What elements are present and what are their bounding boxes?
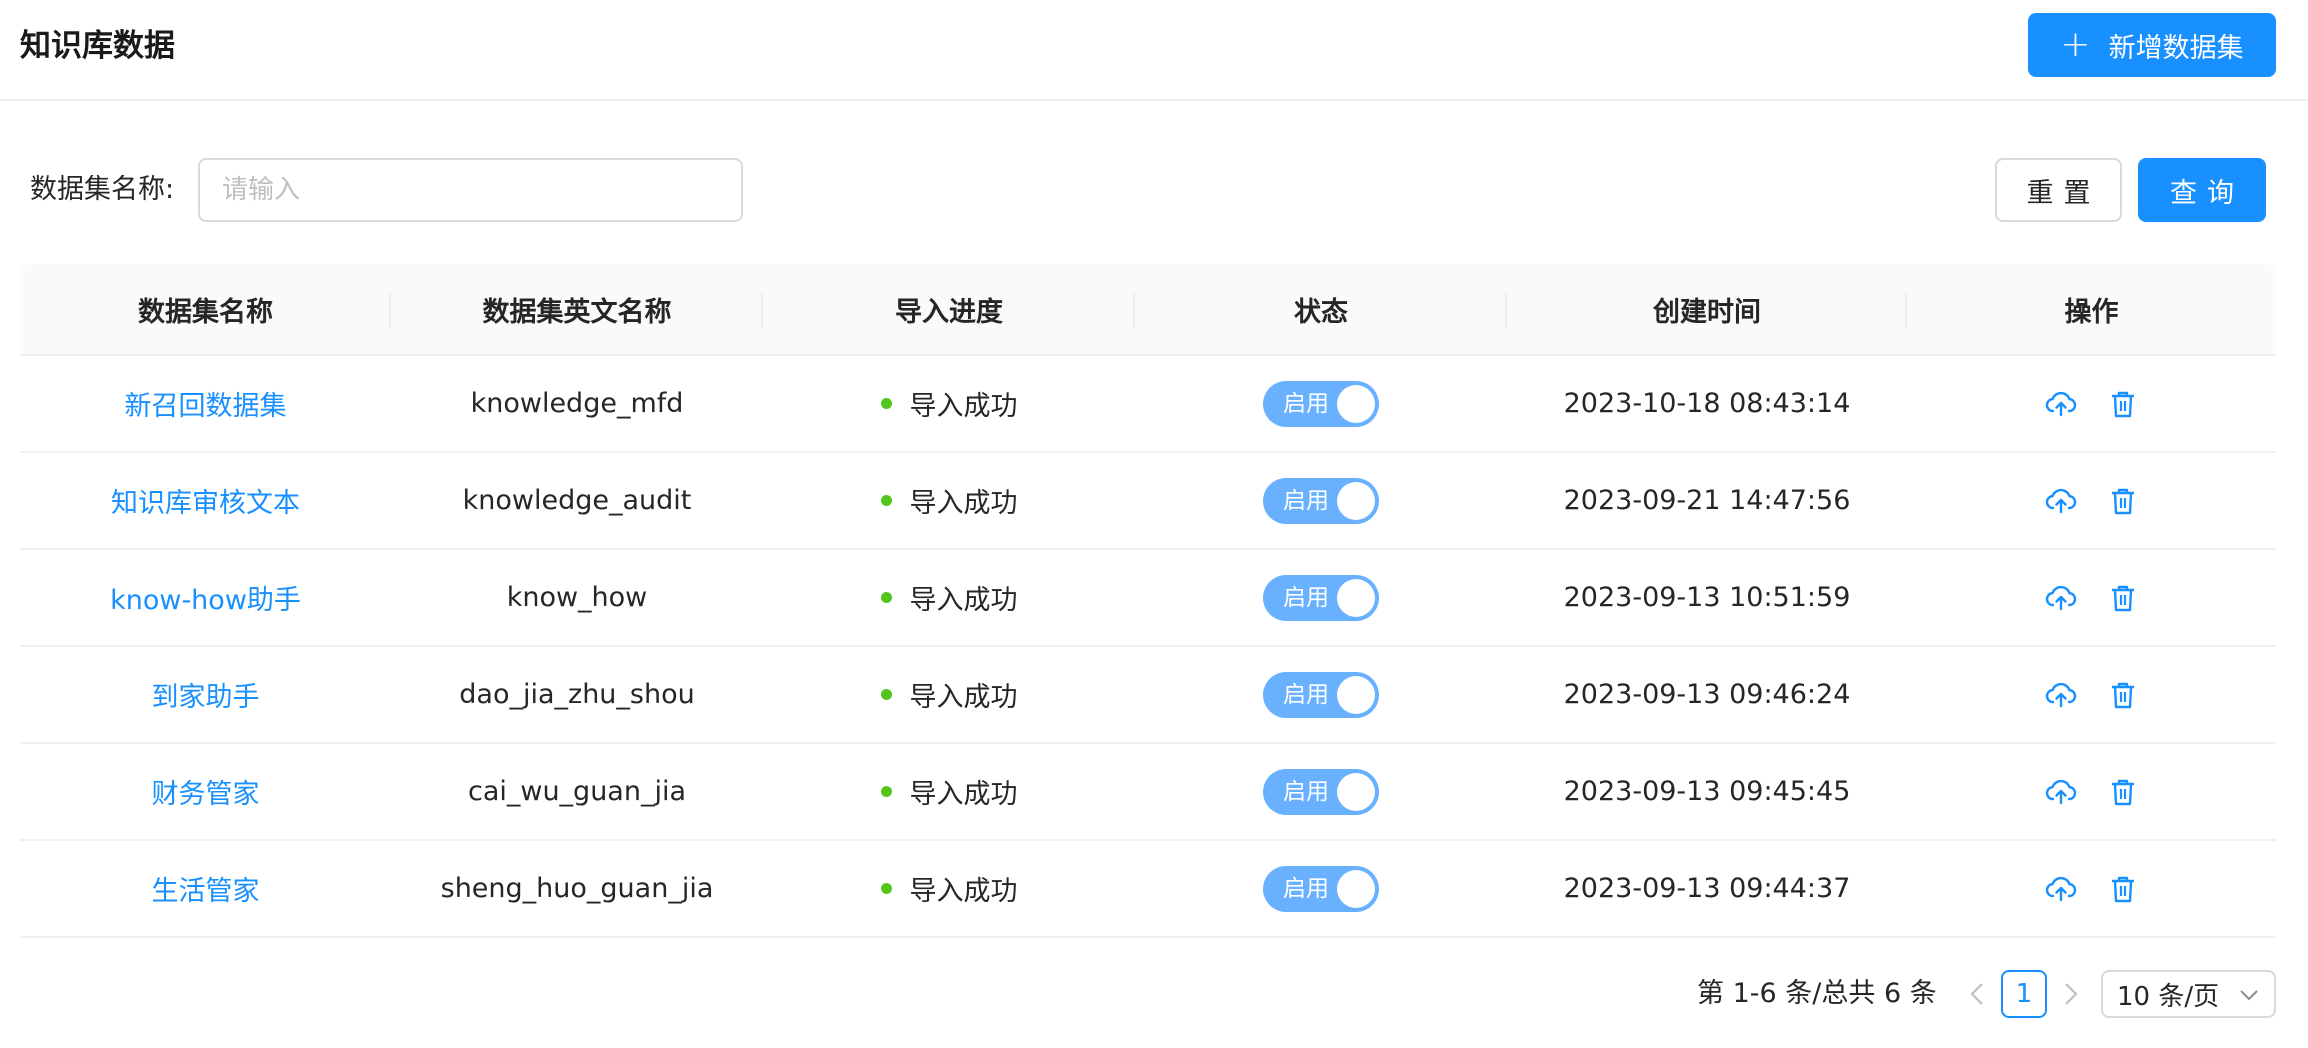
toggle-knob: [1337, 578, 1375, 617]
page-size-select[interactable]: 10 条/页: [2101, 970, 2276, 1018]
trash-icon[interactable]: [2106, 775, 2140, 809]
status-dot-icon: [880, 592, 892, 603]
created-time: 2023-09-21 14:47:56: [1563, 485, 1851, 516]
status-dot-icon: [880, 495, 892, 506]
created-time: 2023-09-13 09:46:24: [1563, 679, 1851, 710]
toggle-label: 启用: [1283, 584, 1329, 611]
table-row: 财务管家 cai_wu_guan_jia 导入成功 启用 2023-09-13 …: [20, 744, 2276, 841]
search-label: 数据集名称:: [30, 174, 175, 205]
dataset-english-name: dao_jia_zhu_shou: [459, 679, 695, 710]
toggle-label: 启用: [1283, 390, 1329, 417]
dataset-english-name: know_how: [506, 582, 648, 613]
toggle-knob: [1337, 675, 1375, 714]
trash-icon[interactable]: [2106, 581, 2140, 615]
import-progress: 导入成功: [909, 391, 1018, 422]
status-dot-icon: [880, 398, 892, 409]
table-body: 新召回数据集 knowledge_mfd 导入成功 启用 2023-10-18 …: [20, 356, 2276, 938]
add-dataset-label: 新增数据集: [2108, 32, 2244, 64]
upload-cloud-icon[interactable]: [2044, 775, 2078, 809]
import-progress: 导入成功: [909, 876, 1018, 907]
import-progress: 导入成功: [909, 682, 1018, 713]
toggle-label: 启用: [1283, 778, 1329, 805]
status-toggle[interactable]: 启用: [1263, 574, 1379, 621]
upload-cloud-icon[interactable]: [2044, 484, 2078, 518]
created-time: 2023-09-13 10:51:59: [1563, 582, 1851, 613]
column-header: 导入进度: [763, 264, 1135, 354]
chevron-right-icon: [2065, 983, 2078, 1005]
toggle-knob: [1337, 481, 1375, 520]
chevron-left-icon: [1970, 983, 1983, 1005]
pagination-next-button[interactable]: [2056, 976, 2086, 1012]
table-row: 到家助手 dao_jia_zhu_shou 导入成功 启用 2023-09-13…: [20, 647, 2276, 744]
page-size-value: 10 条/页: [2117, 981, 2220, 1012]
trash-icon[interactable]: [2106, 678, 2140, 712]
column-header: 操作: [2064, 296, 2119, 328]
upload-cloud-icon[interactable]: [2044, 678, 2078, 712]
status-toggle[interactable]: 启用: [1263, 380, 1379, 427]
trash-icon[interactable]: [2106, 872, 2140, 906]
upload-cloud-icon[interactable]: [2044, 872, 2078, 906]
column-header: 数据集英文名称: [391, 264, 763, 354]
column-header: 创建时间: [1507, 264, 1907, 354]
table-header: 数据集名称 数据集英文名称 导入进度 状态 创建时间 操作: [20, 264, 2276, 356]
table-row: 生活管家 sheng_huo_guan_jia 导入成功 启用 2023-09-…: [20, 841, 2276, 938]
table-row: 知识库审核文本 knowledge_audit 导入成功 启用 2023-09-…: [20, 453, 2276, 550]
toggle-label: 启用: [1283, 875, 1329, 902]
page-title: 知识库数据: [20, 28, 175, 64]
chevron-down-icon: [2240, 990, 2258, 1001]
upload-cloud-icon[interactable]: [2044, 581, 2078, 615]
column-header: 数据集名称: [20, 264, 391, 354]
query-button[interactable]: 查询: [2138, 158, 2266, 222]
dataset-name-search-input[interactable]: [198, 158, 743, 222]
page-header: 知识库数据 + 新增数据集: [0, 0, 2308, 101]
import-progress: 导入成功: [909, 488, 1018, 519]
column-header: 状态: [1135, 264, 1507, 354]
trash-icon[interactable]: [2106, 387, 2140, 421]
add-dataset-button[interactable]: + 新增数据集: [2028, 13, 2276, 77]
import-progress: 导入成功: [909, 779, 1018, 810]
created-time: 2023-09-13 09:45:45: [1563, 776, 1851, 807]
import-progress: 导入成功: [909, 585, 1018, 616]
toggle-label: 启用: [1283, 487, 1329, 514]
dataset-name-link[interactable]: 财务管家: [152, 772, 260, 811]
status-dot-icon: [880, 883, 892, 894]
table-row: 新召回数据集 knowledge_mfd 导入成功 启用 2023-10-18 …: [20, 356, 2276, 453]
dataset-table: 数据集名称 数据集英文名称 导入进度 状态 创建时间 操作 新召回数据集 kno…: [20, 264, 2276, 938]
created-time: 2023-09-13 09:44:37: [1563, 873, 1851, 904]
pagination-page-1[interactable]: 1: [2001, 970, 2047, 1018]
trash-icon[interactable]: [2106, 484, 2140, 518]
toggle-knob: [1337, 869, 1375, 908]
reset-button[interactable]: 重置: [1995, 158, 2122, 222]
dataset-english-name: knowledge_mfd: [470, 388, 684, 419]
status-dot-icon: [880, 786, 892, 797]
dataset-english-name: cai_wu_guan_jia: [467, 776, 687, 807]
pagination-total: 第 1-6 条/总共 6 条: [1697, 978, 1937, 1009]
plus-icon: +: [2060, 24, 2091, 65]
toggle-label: 启用: [1283, 681, 1329, 708]
table-row: know-how助手 know_how 导入成功 启用 2023-09-13 1…: [20, 550, 2276, 647]
dataset-english-name: sheng_huo_guan_jia: [440, 873, 714, 904]
status-dot-icon: [880, 689, 892, 700]
dataset-name-link[interactable]: know-how助手: [110, 578, 301, 617]
dataset-name-link[interactable]: 到家助手: [152, 675, 260, 714]
toggle-knob: [1337, 384, 1375, 423]
toggle-knob: [1337, 772, 1375, 811]
status-toggle[interactable]: 启用: [1263, 477, 1379, 524]
dataset-name-link[interactable]: 知识库审核文本: [111, 481, 300, 520]
created-time: 2023-10-18 08:43:14: [1563, 388, 1851, 419]
status-toggle[interactable]: 启用: [1263, 865, 1379, 912]
dataset-name-link[interactable]: 新召回数据集: [125, 384, 287, 423]
status-toggle[interactable]: 启用: [1263, 671, 1379, 718]
status-toggle[interactable]: 启用: [1263, 768, 1379, 815]
dataset-name-link[interactable]: 生活管家: [152, 869, 260, 908]
upload-cloud-icon[interactable]: [2044, 387, 2078, 421]
dataset-english-name: knowledge_audit: [462, 485, 692, 516]
pagination-prev-button[interactable]: [1962, 976, 1992, 1012]
